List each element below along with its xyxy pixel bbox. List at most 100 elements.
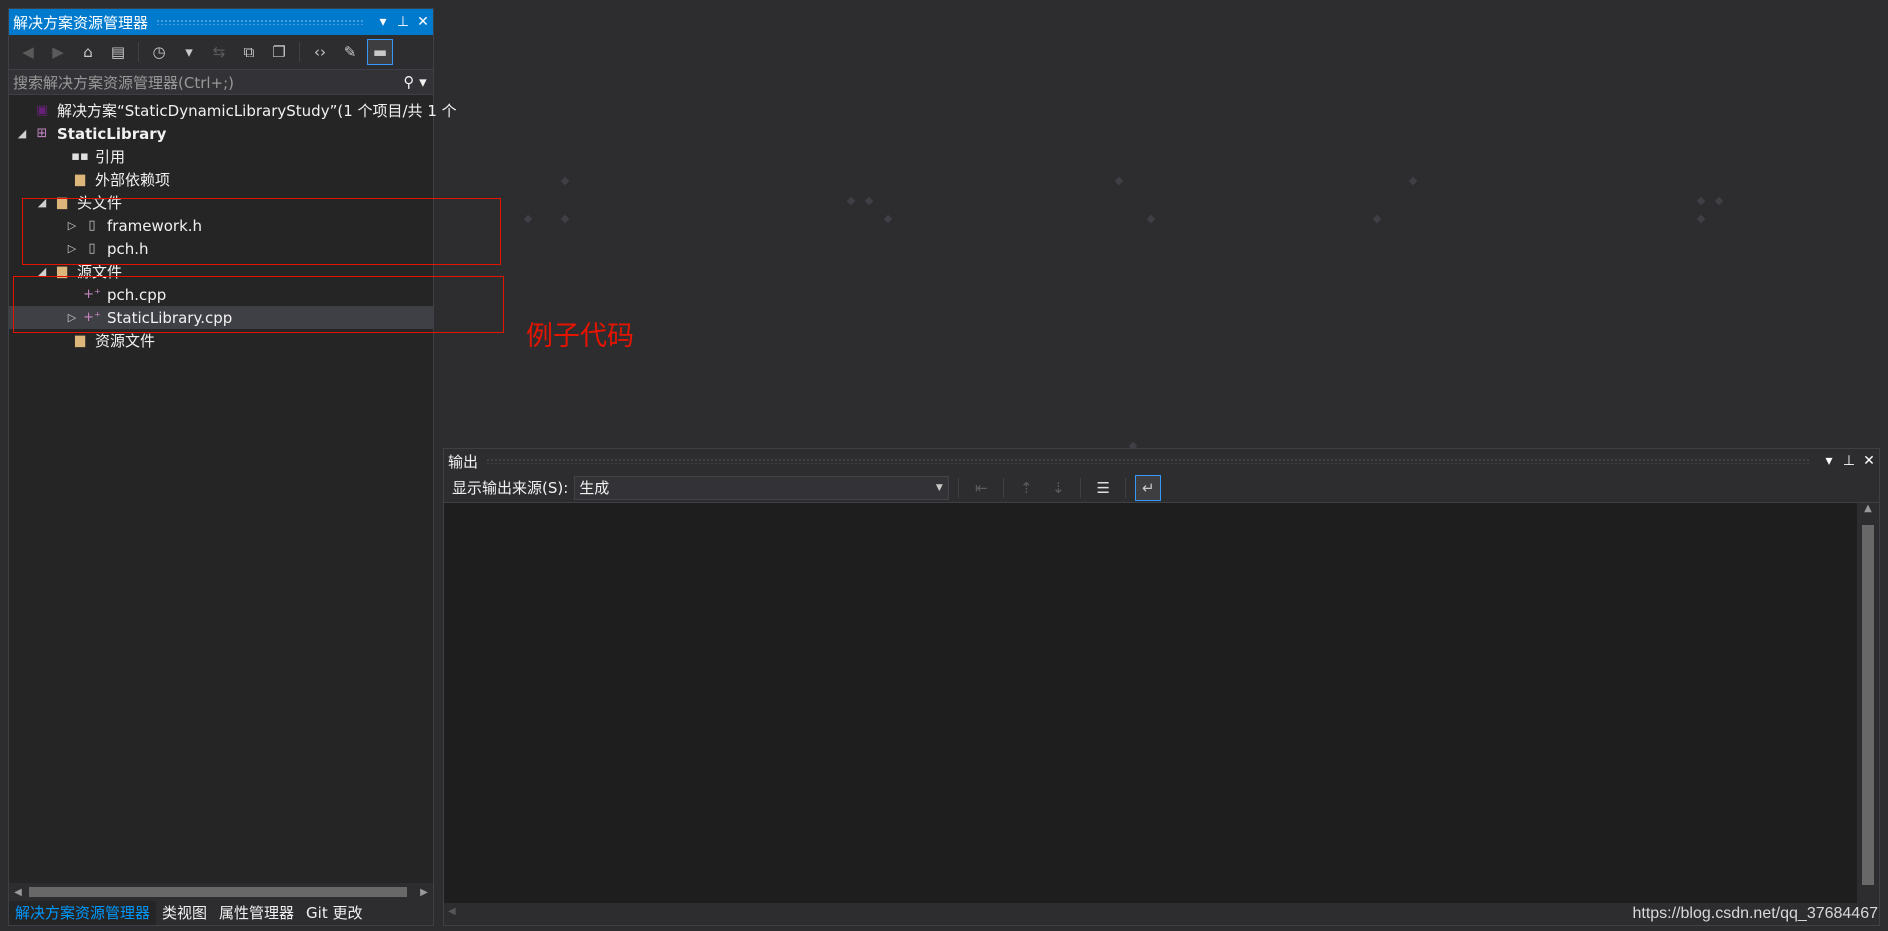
solution-explorer-title: 解决方案资源管理器	[13, 13, 149, 32]
word-wrap-icon[interactable]: ↵	[1135, 474, 1162, 501]
tree-item-label: framework.h	[107, 216, 203, 235]
clear-all-icon[interactable]: ☰	[1090, 475, 1116, 501]
window-position-dropdown-icon[interactable]: ▾	[373, 14, 393, 30]
tree-item-header-folder[interactable]: ◢ ▆ 头文件	[9, 191, 433, 214]
output-titlebar: 输出 ▾ ⊥ ✕	[444, 449, 1879, 473]
tree-item-file-selected[interactable]: ▷ +⁺ StaticLibrary.cpp	[9, 306, 433, 329]
find-message-in-code-icon[interactable]: ⇤	[968, 475, 994, 501]
tree-item-label: pch.cpp	[107, 285, 167, 304]
home-icon[interactable]: ⌂	[75, 39, 101, 65]
pin-icon[interactable]: ⊥	[393, 14, 413, 30]
tree-item-label: StaticLibrary.cpp	[107, 308, 233, 327]
folder-open-icon: ▆	[57, 264, 67, 279]
tree-item-file[interactable]: +⁺ pch.cpp	[9, 283, 433, 306]
search-input[interactable]: 搜索解决方案资源管理器(Ctrl+;)	[13, 72, 397, 93]
output-toolbar: 显示输出来源(S): 生成 ▼ ⇤ ⇡ ⇣ ☰ ↵	[444, 473, 1879, 503]
pending-changes-filter-icon[interactable]: ◷	[146, 39, 172, 65]
tree-item-source-folder[interactable]: ◢ ▆ 源文件	[9, 260, 433, 283]
forward-icon[interactable]: ▶	[45, 39, 71, 65]
cpp-project-icon: ⊞	[36, 126, 48, 141]
annotation-text: 例子代码	[526, 321, 634, 352]
horizontal-scrollbar[interactable]: ◀ ▶	[9, 883, 433, 901]
view-code-icon[interactable]: ‹›	[307, 39, 333, 65]
collapsed-arrow-icon[interactable]: ▷	[63, 242, 81, 255]
tab-property-manager[interactable]: 属性管理器	[213, 901, 300, 925]
tree-item-label: 引用	[95, 148, 126, 166]
solution-icon: ▣	[35, 103, 49, 118]
titlebar-grip[interactable]	[156, 19, 365, 25]
properties-wrench-icon[interactable]: ✎	[337, 39, 363, 65]
tree-item-external-deps[interactable]: ▆ 外部依赖项	[9, 168, 433, 191]
solution-tree: ▣ 解决方案“StaticDynamicLibraryStudy”(1 个项目/…	[9, 95, 457, 352]
toolbar-separator	[1125, 477, 1127, 498]
sync-with-document-icon[interactable]: ⇆	[206, 39, 232, 65]
tree-item-references[interactable]: ▪▪ 引用	[9, 145, 433, 168]
tree-item-label: StaticLibrary	[57, 124, 167, 143]
tree-item-file[interactable]: ▷ ▯ framework.h	[9, 214, 433, 237]
next-message-icon[interactable]: ⇣	[1045, 475, 1071, 501]
cpp-file-icon: +⁺	[83, 310, 101, 325]
tree-item-label: 头文件	[77, 194, 123, 212]
scroll-left-icon[interactable]: ◀	[448, 906, 456, 917]
chevron-down-icon[interactable]: ▼	[930, 483, 948, 493]
tab-class-view[interactable]: 类视图	[156, 901, 213, 925]
expanded-arrow-icon[interactable]: ◢	[13, 127, 31, 140]
output-source-select[interactable]: 生成 ▼	[574, 475, 950, 500]
scroll-right-icon[interactable]: ▶	[415, 887, 433, 898]
collapsed-arrow-icon[interactable]: ▷	[63, 219, 81, 232]
references-icon: ▪▪	[71, 149, 89, 164]
previous-message-icon[interactable]: ⇡	[1013, 475, 1039, 501]
switch-views-icon[interactable]: ▤	[105, 39, 131, 65]
header-file-icon: ▯	[88, 241, 96, 256]
tree-item-label: 资源文件	[95, 332, 156, 350]
tab-solution-explorer[interactable]: 解决方案资源管理器	[9, 901, 157, 925]
show-all-files-icon[interactable]: ❐	[266, 39, 292, 65]
header-file-icon: ▯	[88, 218, 96, 233]
tree-item-label: pch.h	[107, 239, 149, 258]
solution-explorer-panel: 解决方案资源管理器 ▾ ⊥ ✕ ◀ ▶ ⌂ ▤ ◷ ▾ ⇆ ⧉ ❐ ‹› ✎ ▬…	[8, 8, 457, 926]
scroll-thumb[interactable]	[29, 887, 407, 897]
window-position-dropdown-icon[interactable]: ▾	[1819, 453, 1839, 469]
tree-item-file[interactable]: ▷ ▯ pch.h	[9, 237, 433, 260]
vertical-scrollbar[interactable]: ▲	[1857, 503, 1879, 903]
output-source-label: 显示输出来源(S):	[452, 479, 569, 497]
tree-item-label: 解决方案“StaticDynamicLibraryStudy”(1 个项目/共 …	[57, 102, 457, 120]
scroll-thumb[interactable]	[1862, 525, 1874, 885]
pin-icon[interactable]: ⊥	[1839, 453, 1859, 469]
toolbar-separator	[138, 42, 139, 62]
tree-item-project[interactable]: ◢ ⊞ StaticLibrary	[9, 122, 433, 145]
toolbar-separator	[1080, 477, 1082, 498]
close-icon[interactable]: ✕	[1859, 453, 1879, 469]
scroll-up-icon[interactable]: ▲	[1857, 503, 1879, 521]
folder-open-icon: ▆	[57, 195, 67, 210]
scroll-track[interactable]	[27, 887, 415, 897]
expanded-arrow-icon[interactable]: ◢	[33, 265, 51, 278]
output-text-area[interactable]	[444, 503, 1858, 903]
bottom-tabs: 解决方案资源管理器 类视图 属性管理器 Git 更改	[9, 901, 433, 925]
tree-item-label: 外部依赖项	[95, 171, 171, 189]
folder-icon: ▆	[75, 333, 85, 348]
toolbar-separator	[299, 42, 300, 62]
tree-item-solution[interactable]: ▣ 解决方案“StaticDynamicLibraryStudy”(1 个项目/…	[9, 99, 457, 122]
scroll-left-icon[interactable]: ◀	[9, 887, 27, 898]
tree-item-resource-folder[interactable]: ▆ 资源文件	[9, 329, 433, 352]
filter-dropdown-icon[interactable]: ▾	[176, 39, 202, 65]
collapse-all-icon[interactable]: ⧉	[236, 39, 262, 65]
solution-explorer-titlebar: 解决方案资源管理器 ▾ ⊥ ✕	[9, 9, 433, 35]
cpp-file-icon: +⁺	[83, 287, 101, 302]
tab-git-changes[interactable]: Git 更改	[300, 901, 368, 925]
search-icon[interactable]: ⚲ ▾	[397, 73, 433, 91]
external-dependencies-icon: ▆	[75, 172, 85, 187]
titlebar-grip[interactable]	[486, 458, 1811, 464]
expanded-arrow-icon[interactable]: ◢	[33, 196, 51, 209]
back-icon[interactable]: ◀	[15, 39, 41, 65]
preview-selected-items-icon[interactable]: ▬	[367, 39, 393, 65]
output-panel: 输出 ▾ ⊥ ✕ 显示输出来源(S): 生成 ▼ ⇤ ⇡ ⇣ ☰ ↵ ▲ ◀	[443, 448, 1880, 926]
output-source-value: 生成	[579, 479, 610, 497]
watermark-url: https://blog.csdn.net/qq_37684467	[1632, 905, 1878, 922]
tree-item-label: 源文件	[77, 263, 123, 281]
collapsed-arrow-icon[interactable]: ▷	[63, 311, 81, 324]
solution-explorer-toolbar: ◀ ▶ ⌂ ▤ ◷ ▾ ⇆ ⧉ ❐ ‹› ✎ ▬	[9, 35, 433, 69]
solution-explorer-search[interactable]: 搜索解决方案资源管理器(Ctrl+;) ⚲ ▾	[9, 69, 433, 95]
close-icon[interactable]: ✕	[413, 14, 433, 30]
